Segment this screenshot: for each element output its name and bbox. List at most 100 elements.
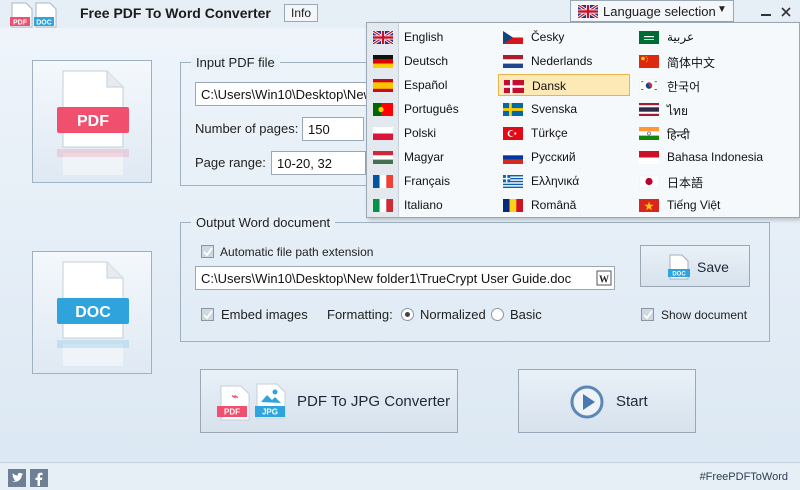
hashtag-link[interactable]: #FreePDFToWord (700, 471, 788, 483)
language-option-label: Dansk (532, 79, 567, 93)
language-selection-label: Language selection (603, 4, 716, 19)
embed-images-checkbox[interactable] (201, 308, 214, 321)
language-option-jp[interactable]: 日本語 (634, 170, 796, 192)
pdf-to-jpg-button[interactable]: ⌁ PDF JPG PDF To JPG Converter (200, 369, 458, 433)
in-flag-icon (639, 127, 659, 140)
checkmark-icon (643, 310, 653, 320)
facebook-icon[interactable] (30, 469, 48, 487)
minimize-icon[interactable] (760, 6, 772, 18)
svg-text:PDF: PDF (13, 20, 28, 27)
language-option-id[interactable]: Bahasa Indonesia (634, 146, 796, 168)
language-option-vn[interactable]: Tiếng Việt (634, 194, 796, 216)
language-option-label: Português (404, 102, 459, 116)
language-option-label: Polski (404, 126, 437, 140)
save-button-label: Save (697, 259, 729, 275)
es-flag-icon (373, 79, 393, 92)
de-flag-icon (373, 55, 393, 68)
fr-flag-icon (373, 175, 393, 188)
language-option-th[interactable]: ไทย (634, 98, 796, 120)
language-option-fr[interactable]: Français (367, 170, 499, 192)
basic-radio[interactable] (491, 308, 504, 321)
save-button[interactable]: DOC Save (640, 245, 750, 287)
pdf-jpg-icon: ⌁ PDF JPG (217, 383, 286, 421)
language-option-label: Français (404, 174, 451, 188)
language-option-it[interactable]: Italiano (367, 194, 499, 216)
show-document-label: Show document (661, 308, 748, 322)
svg-text:⌁: ⌁ (232, 391, 239, 403)
language-option-en[interactable]: English (367, 26, 499, 48)
th-flag-icon (639, 103, 659, 116)
start-button[interactable]: Start (518, 369, 696, 433)
language-option-cn[interactable]: 简体中文 (634, 50, 796, 72)
language-option-sa[interactable]: عربية (634, 26, 796, 48)
pdf-file-card[interactable]: PDF (32, 60, 152, 183)
save-doc-icon: DOC (668, 254, 690, 280)
output-path-field[interactable]: C:\Users\Win10\Desktop\New folder1\TrueC… (195, 266, 615, 290)
language-option-label: Русский (531, 150, 576, 164)
language-option-es[interactable]: Español (367, 74, 499, 96)
footer-bar: #FreePDFToWord (0, 462, 800, 490)
start-label: Start (616, 393, 648, 410)
language-option-label: English (404, 30, 444, 44)
input-path-field[interactable]: C:\Users\Win10\Desktop\New (195, 82, 380, 106)
play-icon (570, 385, 604, 419)
language-option-label: Tiếng Việt (667, 198, 721, 212)
output-group-legend: Output Word document (191, 215, 336, 230)
jp-flag-icon (639, 175, 659, 188)
pl-flag-icon (373, 127, 393, 140)
id-flag-icon (639, 151, 659, 164)
language-option-label: 简体中文 (667, 56, 716, 70)
language-option-in[interactable]: हिन्दी (634, 122, 796, 144)
language-option-pl[interactable]: Polski (367, 122, 499, 144)
range-label: Page range: (195, 155, 266, 170)
language-option-se[interactable]: Svenska (498, 98, 630, 120)
normalized-radio[interactable] (401, 308, 414, 321)
language-option-nl[interactable]: Nederlands (498, 50, 630, 72)
pdf-to-jpg-label: PDF To JPG Converter (297, 393, 451, 410)
language-option-label: Nederlands (531, 54, 593, 68)
language-option-cz[interactable]: Česky (498, 26, 630, 48)
dk-flag-icon (504, 80, 524, 93)
language-option-label: Deutsch (404, 54, 449, 68)
basic-label: Basic (510, 307, 542, 322)
auto-extension-checkbox[interactable] (201, 245, 214, 258)
info-button[interactable]: Info (284, 4, 318, 22)
normalized-label: Normalized (420, 307, 486, 322)
chevron-down-icon: ▼ (717, 4, 727, 15)
language-option-label: 日本語 (667, 176, 704, 190)
input-group-legend: Input PDF file (191, 55, 280, 70)
twitter-icon[interactable] (8, 469, 26, 487)
svg-text:W: W (599, 275, 609, 286)
kr-flag-icon (639, 79, 659, 92)
doc-document-icon: DOC (57, 261, 129, 366)
cz-flag-icon (503, 31, 523, 44)
pages-field[interactable]: 150 (302, 117, 364, 141)
word-file-icon[interactable]: W (596, 270, 612, 286)
language-option-de[interactable]: Deutsch (367, 50, 499, 72)
ru-flag-icon (503, 151, 523, 164)
language-option-label: عربية (667, 30, 695, 44)
language-option-gr[interactable]: Ελληνικά (498, 170, 630, 192)
language-dropdown: English Deutsch Español Português Polski Magy… (366, 22, 800, 218)
svg-text:JPG: JPG (262, 408, 278, 417)
page-range-field[interactable]: 10-20, 32 (271, 151, 366, 175)
se-flag-icon (503, 103, 523, 116)
show-document-checkbox[interactable] (641, 308, 654, 321)
language-option-dk[interactable]: Dansk (498, 74, 630, 96)
pdf-document-icon: PDF (57, 70, 129, 175)
app-logo-icon: PDF DOC (10, 2, 57, 28)
language-option-label: Ελληνικά (531, 174, 580, 188)
language-selection-button[interactable]: Language selection ▼ (570, 0, 734, 22)
doc-file-card[interactable]: DOC (32, 251, 152, 374)
checkmark-icon (203, 310, 213, 320)
it-flag-icon (373, 199, 393, 212)
language-option-ru[interactable]: Русский (498, 146, 630, 168)
language-option-pt[interactable]: Português (367, 98, 499, 120)
embed-images-label: Embed images (221, 307, 308, 322)
language-option-hu[interactable]: Magyar (367, 146, 499, 168)
language-option-tr[interactable]: Türkçe (498, 122, 630, 144)
nl-flag-icon (503, 55, 523, 68)
close-icon[interactable] (780, 6, 792, 18)
language-option-kr[interactable]: 한국어 (634, 74, 796, 96)
language-option-ro[interactable]: Română (498, 194, 630, 216)
